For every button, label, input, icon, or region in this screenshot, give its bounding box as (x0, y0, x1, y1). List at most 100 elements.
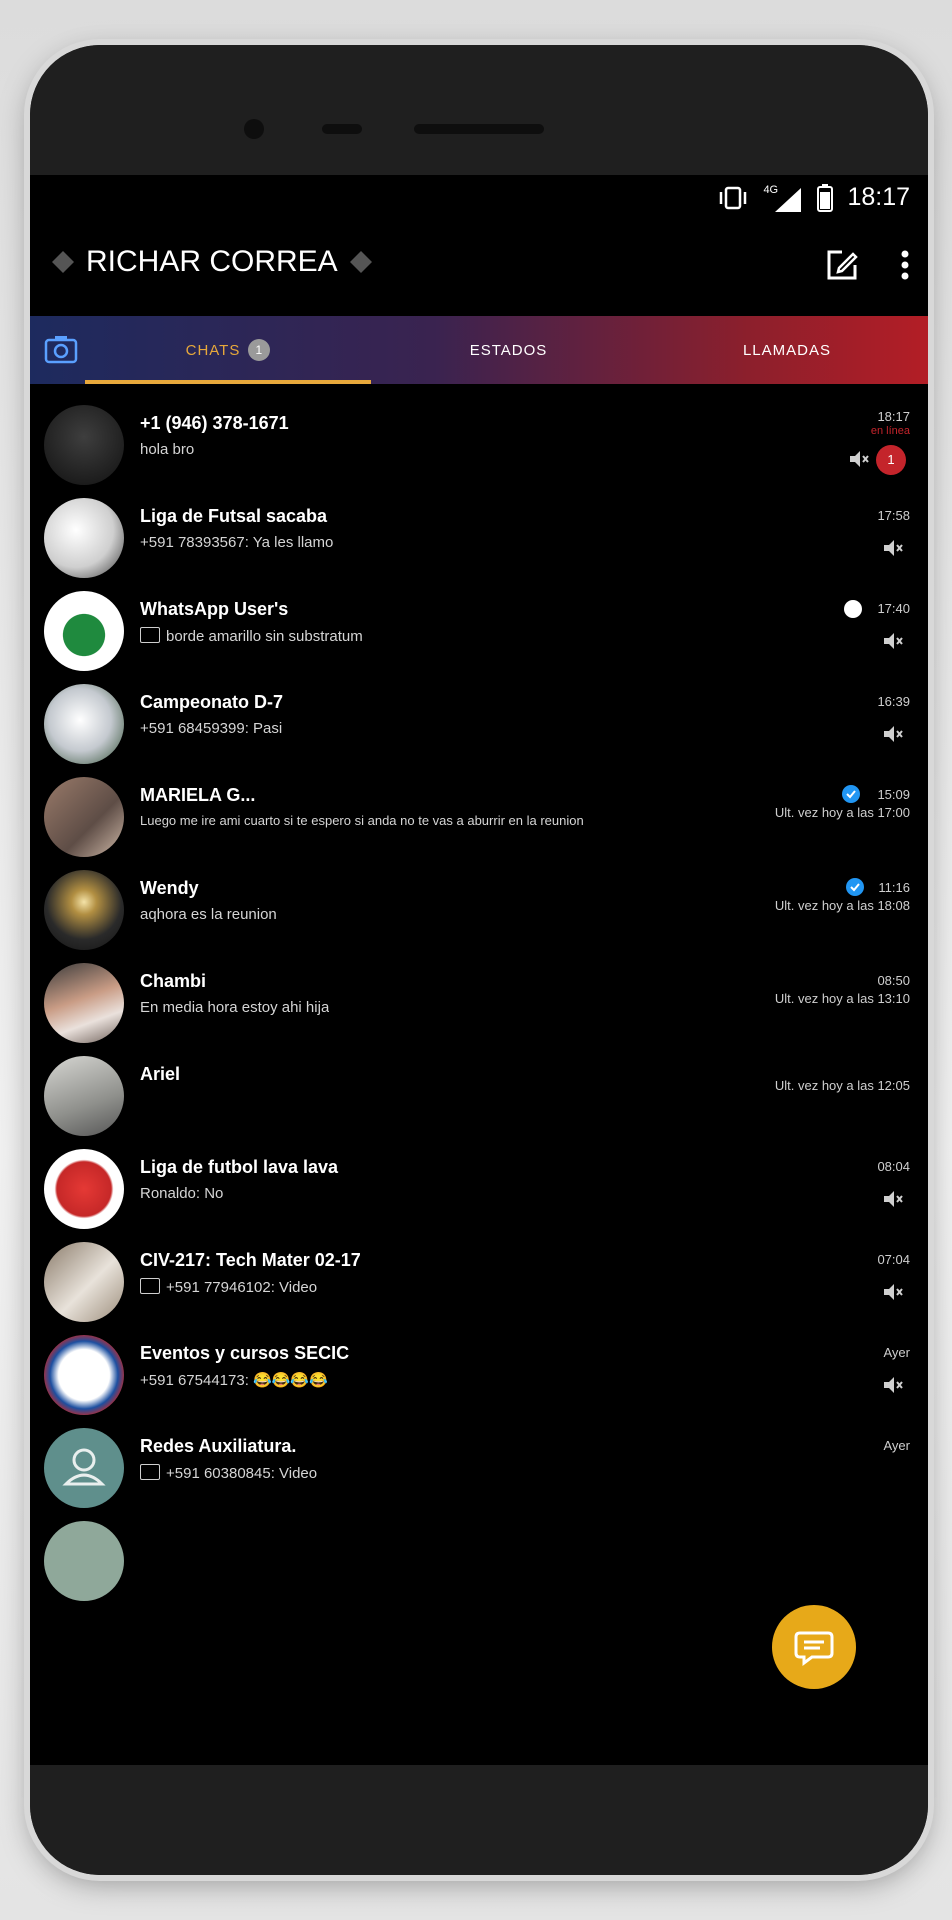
unread-badge: 1 (876, 445, 906, 475)
chat-time: 11:16 (878, 880, 910, 895)
proximity-sensor (322, 124, 362, 134)
mute-icon (884, 1284, 903, 1300)
chat-row[interactable]: Ariel Ult. vez hoy a las 12:05 (30, 1046, 928, 1146)
tab-chats-label: CHATS (185, 341, 241, 359)
chat-preview: +591 77946102: Video (140, 1278, 317, 1296)
last-seen: Ult. vez hoy a las 18:08 (774, 898, 910, 913)
chat-name: WhatsApp User's (140, 599, 289, 619)
mute-icon (884, 726, 903, 742)
status-bar: 4G 18:17 (30, 175, 928, 227)
avatar (44, 1428, 124, 1508)
tab-llamadas[interactable]: LLAMADAS (646, 316, 928, 384)
mute-icon (884, 633, 903, 649)
avatar (44, 405, 124, 485)
chat-time: 17:40 (877, 601, 910, 616)
chat-row[interactable]: +1 (946) 378-1671 hola bro 18:17 en líne… (30, 395, 928, 495)
chat-row[interactable]: MARIELA G... Luego me ire ami cuarto si … (30, 767, 928, 867)
chat-name: Chambi (140, 971, 207, 991)
chat-row[interactable]: CIV-217: Tech Mater 02-17 +591 77946102:… (30, 1232, 928, 1332)
avatar (44, 591, 124, 671)
tab-indicator (85, 380, 371, 384)
last-seen: Ult. vez hoy a las 13:10 (774, 991, 910, 1006)
chat-name: Wendy (140, 878, 199, 898)
last-seen: Ult. vez hoy a las 12:05 (774, 1078, 910, 1093)
chat-name: Redes Auxiliatura. (140, 1436, 297, 1456)
chat-preview: +591 67544173: 😂😂😂😂 (140, 1372, 328, 1389)
chat-preview: borde amarillo sin substratum (140, 627, 363, 645)
video-icon (140, 1464, 160, 1480)
app-bar: RICHAR CORREA (30, 227, 928, 315)
avatar (44, 684, 124, 764)
chats-badge: 1 (248, 339, 271, 361)
last-seen: Ult. vez hoy a las 17:00 (774, 805, 910, 820)
chat-preview: Ronaldo: No (140, 1185, 224, 1202)
signal-icon: 4G (763, 184, 803, 212)
avatar (44, 1056, 124, 1136)
chat-name: Eventos y cursos SECIC (140, 1343, 350, 1363)
avatar (44, 1521, 124, 1601)
chat-row[interactable]: Campeonato D-7 +591 68459399: Pasi 16:39 (30, 674, 928, 774)
new-chat-fab[interactable] (772, 1605, 856, 1689)
new-chat-icon (794, 1631, 834, 1666)
chat-row[interactable]: Eventos y cursos SECIC +591 67544173: 😂😂… (30, 1325, 928, 1425)
chat-row[interactable]: WhatsApp User's borde amarillo sin subst… (30, 581, 928, 681)
chat-row[interactable]: Chambi En media hora estoy ahi hija 08:5… (30, 953, 928, 1053)
chat-time: 07:04 (877, 1252, 910, 1267)
phone-frame: 4G 18:17 RICHAR CORREA CHATS 1 ESTADOS L… (30, 45, 928, 1875)
chat-row[interactable] (30, 1511, 928, 1611)
status-time: 18:17 (847, 183, 910, 211)
chat-time: 15:09 (877, 787, 910, 802)
chat-name: Liga de Futsal sacaba (140, 506, 328, 526)
avatar (44, 1335, 124, 1415)
chat-name: MARIELA G... (140, 785, 256, 805)
chat-time: 17:58 (877, 508, 910, 523)
chat-preview: Luego me ire ami cuarto si te espero si … (140, 813, 584, 828)
avatar (44, 498, 124, 578)
chat-status: en línea (870, 425, 910, 437)
verified-icon (846, 878, 864, 896)
screen: 4G 18:17 RICHAR CORREA CHATS 1 ESTADOS L… (30, 175, 928, 1765)
more-vertical-icon[interactable] (900, 249, 910, 281)
avatar (44, 777, 124, 857)
chat-name: Liga de futbol lava lava (140, 1157, 339, 1177)
tab-bar: CHATS 1 ESTADOS LLAMADAS (30, 316, 928, 384)
vibrate-icon (720, 186, 747, 209)
tab-llamadas-label: LLAMADAS (742, 341, 832, 359)
chat-time: 08:50 (877, 973, 910, 988)
avatar (44, 963, 124, 1043)
mute-icon (850, 451, 869, 467)
app-title: RICHAR CORREA (86, 245, 338, 278)
chat-time: 18:17 (877, 409, 910, 424)
tab-estados[interactable]: ESTADOS (371, 316, 646, 384)
chat-preview: +591 68459399: Pasi (140, 720, 283, 737)
chat-row[interactable]: Liga de futbol lava lava Ronaldo: No 08:… (30, 1139, 928, 1239)
status-dot (844, 600, 862, 618)
chat-row[interactable]: Wendy aqhora es la reunion 11:16 Ult. ve… (30, 860, 928, 960)
chat-time: 16:39 (877, 694, 910, 709)
video-icon (140, 1278, 160, 1294)
camera-icon[interactable] (42, 330, 80, 368)
chat-time: Ayer (883, 1438, 911, 1453)
chat-preview-text: +591 77946102: Video (166, 1279, 318, 1296)
chat-name: Ariel (140, 1064, 181, 1084)
chat-row[interactable]: Liga de Futsal sacaba +591 78393567: Ya … (30, 488, 928, 588)
chat-preview-text: +591 60380845: Video (166, 1465, 318, 1482)
mute-icon (884, 1377, 903, 1393)
chat-time: 08:04 (877, 1159, 910, 1174)
battery-icon (817, 183, 834, 212)
group-placeholder-icon (62, 1448, 106, 1486)
compose-icon[interactable] (824, 247, 860, 283)
chat-row[interactable]: Redes Auxiliatura. +591 60380845: Video … (30, 1418, 928, 1518)
chat-preview: hola bro (140, 441, 195, 458)
chat-time: Ayer (883, 1345, 911, 1360)
front-camera (244, 119, 264, 139)
avatar (44, 1149, 124, 1229)
chat-preview-text: borde amarillo sin substratum (166, 628, 363, 645)
image-icon (140, 627, 160, 643)
diamond-icon (349, 251, 372, 273)
chat-preview: En media hora estoy ahi hija (140, 999, 330, 1016)
chat-name: +1 (946) 378-1671 (140, 413, 289, 433)
tab-chats[interactable]: CHATS 1 (85, 316, 371, 384)
phone-top-bezel (30, 45, 928, 175)
mute-icon (884, 1191, 903, 1207)
